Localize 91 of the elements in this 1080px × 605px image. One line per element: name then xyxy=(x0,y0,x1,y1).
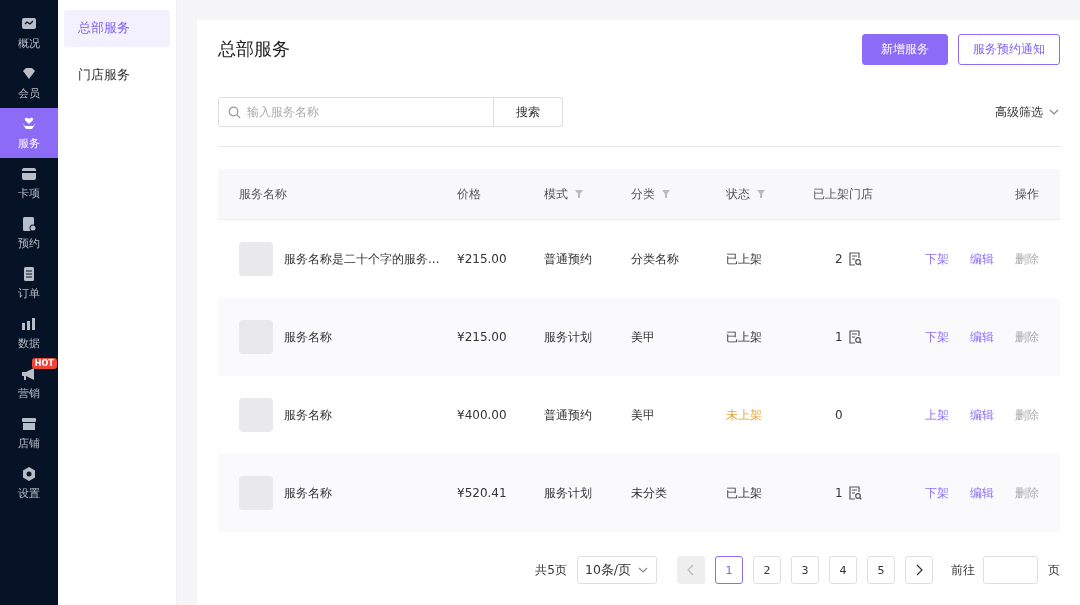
edit-link[interactable]: 编辑 xyxy=(970,250,994,268)
nav-item[interactable]: 订单 xyxy=(0,258,58,308)
status-cell: 已上架 xyxy=(726,484,762,502)
search-field[interactable]: 输入服务名称 xyxy=(218,97,494,127)
nav-icon xyxy=(19,165,38,183)
mode-cell: 普通预约 xyxy=(544,250,592,268)
store-list-icon[interactable] xyxy=(848,330,862,344)
service-name: 服务名称是二十个字的服务... xyxy=(284,250,440,268)
page-button[interactable]: 2 xyxy=(753,556,781,584)
price-cell: ¥400.00 xyxy=(457,408,507,422)
nav-label: 服务 xyxy=(17,136,40,151)
nav-item[interactable]: 预约 xyxy=(0,208,58,258)
status-cell: 未上架 xyxy=(726,406,762,424)
page-title: 总部服务 xyxy=(218,37,290,61)
page-button[interactable]: 1 xyxy=(715,556,743,584)
column-header: 已上架门店 xyxy=(813,185,873,203)
next-page-button[interactable] xyxy=(905,556,933,584)
toggle-listing-link[interactable]: 下架 xyxy=(925,328,949,346)
nav-label: 店铺 xyxy=(17,436,40,451)
category-cell: 美甲 xyxy=(631,328,655,346)
add-service-button[interactable]: 新增服务 xyxy=(862,33,948,65)
column-header: 服务名称 xyxy=(239,185,287,203)
subnav-item[interactable]: 门店服务 xyxy=(63,57,170,94)
nav-item[interactable]: 卡项 xyxy=(0,158,58,208)
filter-icon[interactable] xyxy=(661,189,671,199)
page-suffix: 页 xyxy=(1048,561,1060,579)
column-header: 状态 xyxy=(726,185,750,203)
nav-label: 卡项 xyxy=(17,186,40,201)
price-cell: ¥520.41 xyxy=(457,486,507,500)
subnav-item[interactable]: 总部服务 xyxy=(63,10,170,47)
nav-item[interactable]: 数据 xyxy=(0,308,58,358)
nav-item[interactable]: HOT 营销 xyxy=(0,358,58,408)
nav-label: 数据 xyxy=(17,336,40,351)
page-button[interactable]: 4 xyxy=(829,556,857,584)
price-cell: ¥215.00 xyxy=(457,330,507,344)
nav-label: 订单 xyxy=(17,286,40,301)
page-size-select[interactable]: 10条/页 xyxy=(577,556,657,584)
nav-item[interactable]: 设置 xyxy=(0,458,58,508)
goto-page-field[interactable] xyxy=(983,556,1038,584)
category-cell: 美甲 xyxy=(631,406,655,424)
column-header: 价格 xyxy=(457,185,481,203)
toggle-listing-link[interactable]: 下架 xyxy=(925,250,949,268)
service-name: 服务名称 xyxy=(284,328,332,346)
notification-button[interactable]: 服务预约通知 xyxy=(958,33,1060,65)
page-total: 共5页 xyxy=(535,561,567,579)
column-header: 分类 xyxy=(631,185,655,203)
nav-item[interactable]: 店铺 xyxy=(0,408,58,458)
goto-label: 前往 xyxy=(951,561,975,579)
chevron-right-icon xyxy=(914,564,924,576)
price-cell: ¥215.00 xyxy=(457,252,507,266)
category-cell: 未分类 xyxy=(631,484,667,502)
nav-item[interactable]: 服务 xyxy=(0,108,58,158)
toggle-listing-link[interactable]: 下架 xyxy=(925,484,949,502)
edit-link[interactable]: 编辑 xyxy=(970,406,994,424)
store-count: 0 xyxy=(835,408,843,422)
status-cell: 已上架 xyxy=(726,328,762,346)
nav-label: 概况 xyxy=(17,36,40,51)
nav-item[interactable]: 概况 xyxy=(0,8,58,58)
toggle-listing-link[interactable]: 上架 xyxy=(925,406,949,424)
mode-cell: 服务计划 xyxy=(544,328,592,346)
store-count: 2 xyxy=(835,252,843,266)
mode-cell: 普通预约 xyxy=(544,406,592,424)
nav-label: 预约 xyxy=(17,236,40,251)
status-cell: 已上架 xyxy=(726,250,762,268)
edit-link[interactable]: 编辑 xyxy=(970,328,994,346)
nav-label: 设置 xyxy=(17,486,40,501)
column-header: 操作 xyxy=(1015,185,1039,203)
store-count: 1 xyxy=(835,486,843,500)
page-button[interactable]: 3 xyxy=(791,556,819,584)
advanced-filter-button[interactable]: 高级筛选 xyxy=(995,103,1060,121)
search-button[interactable]: 搜索 xyxy=(494,97,563,127)
nav-icon xyxy=(19,315,38,333)
service-name: 服务名称 xyxy=(284,406,332,424)
search-icon xyxy=(228,106,241,119)
store-list-icon[interactable] xyxy=(848,252,862,266)
store-count: 1 xyxy=(835,330,843,344)
category-cell: 分类名称 xyxy=(631,250,679,268)
chevron-left-icon xyxy=(686,564,696,576)
edit-link[interactable]: 编辑 xyxy=(970,484,994,502)
hot-badge: HOT xyxy=(31,358,57,369)
nav-label: 营销 xyxy=(17,386,40,401)
filter-icon[interactable] xyxy=(756,189,766,199)
service-name: 服务名称 xyxy=(284,484,332,502)
nav-item[interactable]: 会员 xyxy=(0,58,58,108)
filter-icon[interactable] xyxy=(574,189,584,199)
store-list-icon[interactable] xyxy=(848,486,862,500)
nav-label: 会员 xyxy=(17,86,40,101)
page-button[interactable]: 5 xyxy=(867,556,895,584)
mode-cell: 服务计划 xyxy=(544,484,592,502)
nav-icon xyxy=(19,415,38,433)
column-header: 模式 xyxy=(544,185,568,203)
